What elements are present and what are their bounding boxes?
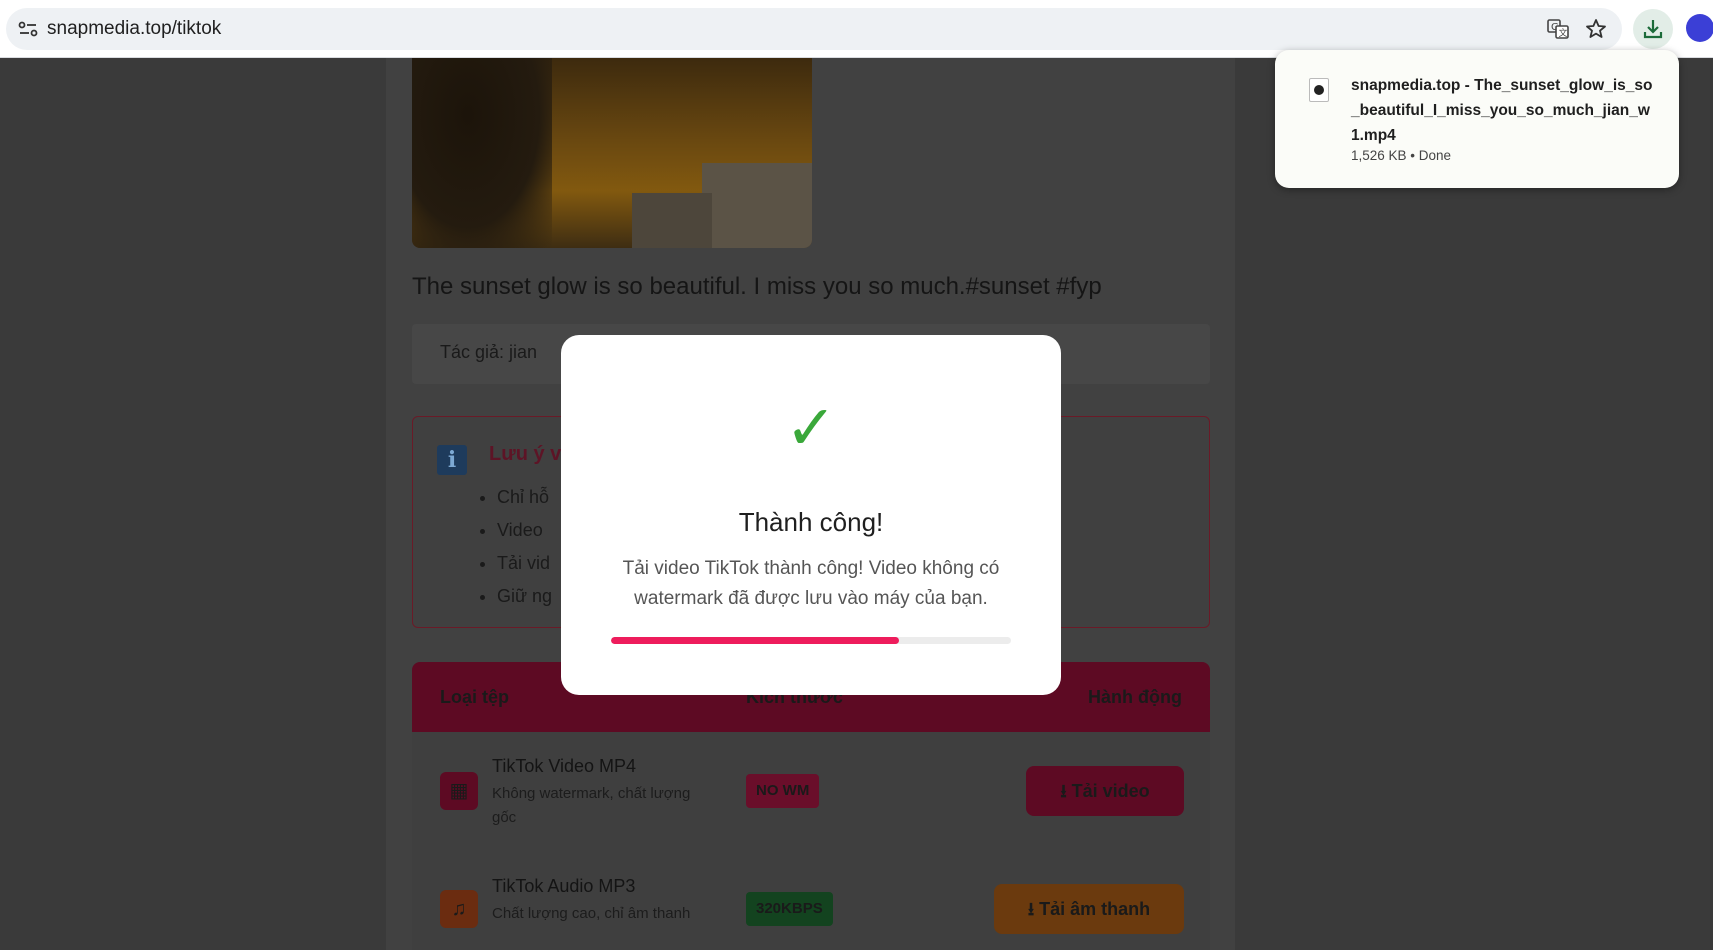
- table-row: ♫ TikTok Audio MP3 Chất lượng cao, chỉ â…: [412, 850, 1210, 950]
- column-action: Hành động: [1088, 687, 1182, 707]
- notice-item: Tải vid: [497, 547, 552, 580]
- success-modal: ✓ Thành công! Tải video TikTok thành côn…: [561, 335, 1061, 695]
- video-caption: The sunset glow is so beautiful. I miss …: [412, 273, 1102, 300]
- download-file-name[interactable]: snapmedia.top - The_sunset_glow_is_so_be…: [1351, 73, 1661, 148]
- download-video-label: Tải video: [1071, 781, 1150, 801]
- row-subtitle: Không watermark, chất lượng gốc: [492, 785, 691, 826]
- profile-avatar[interactable]: [1686, 14, 1713, 42]
- music-note-icon: ♫: [440, 890, 478, 928]
- address-bar[interactable]: snapmedia.top/tiktok G文: [6, 8, 1622, 50]
- row-title: TikTok Video MP4: [492, 756, 637, 776]
- film-icon: ▦: [440, 772, 478, 810]
- download-table: ▦ TikTok Video MP4 Không watermark, chất…: [412, 732, 1210, 950]
- thumbnail-building: [702, 163, 812, 248]
- author-label: Tác giả: jian: [440, 342, 538, 362]
- download-arrow-icon: ⭳: [1027, 899, 1035, 919]
- info-icon: i: [437, 445, 467, 475]
- bookmark-star-icon[interactable]: [1584, 17, 1608, 41]
- download-video-button[interactable]: ⭳ Tải video: [1026, 766, 1184, 816]
- video-file-icon: [1309, 78, 1329, 102]
- video-thumbnail: [412, 58, 812, 248]
- site-info-icon[interactable]: [16, 17, 40, 41]
- progress-fill: [611, 637, 899, 644]
- download-button[interactable]: [1633, 9, 1673, 49]
- progress-bar: [611, 637, 1011, 644]
- download-status: 1,526 KB • Done: [1351, 148, 1452, 163]
- notice-item: Chỉ hỗ: [497, 481, 552, 514]
- svg-text:文: 文: [1559, 27, 1568, 39]
- column-file-type: Loại tệp: [440, 687, 510, 707]
- table-row: ▦ TikTok Video MP4 Không watermark, chất…: [412, 732, 1210, 852]
- modal-title: Thành công!: [738, 507, 884, 537]
- quality-badge: 320KBPS: [746, 892, 833, 926]
- modal-message: Tải video TikTok thành công! Video không…: [622, 558, 1000, 609]
- quality-badge: NO WM: [746, 774, 820, 808]
- download-arrow-icon: ⭳: [1060, 781, 1067, 801]
- notice-list: Chỉ hỗ Video Tải vid Giữ ng: [497, 481, 552, 613]
- thumbnail-building: [632, 193, 712, 248]
- translate-icon[interactable]: G文: [1546, 17, 1570, 41]
- url-text[interactable]: snapmedia.top/tiktok: [47, 18, 221, 40]
- notice-item: Video: [497, 514, 552, 547]
- download-bubble: snapmedia.top - The_sunset_glow_is_so_be…: [1275, 50, 1679, 188]
- notice-item: Giữ ng: [497, 580, 552, 613]
- row-subtitle: Chất lượng cao, chỉ âm thanh: [492, 905, 691, 922]
- download-audio-label: Tải âm thanh: [1039, 899, 1151, 919]
- check-icon: ✓: [785, 391, 837, 464]
- thumbnail-tree: [412, 58, 552, 248]
- notice-title: Lưu ý về: [489, 443, 573, 465]
- download-audio-button[interactable]: ⭳ Tải âm thanh: [994, 884, 1184, 934]
- row-title: TikTok Audio MP3: [492, 876, 636, 896]
